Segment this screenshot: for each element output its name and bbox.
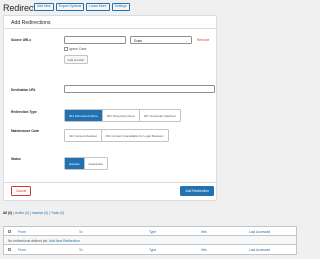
- ignore-case-checkbox[interactable]: [64, 47, 68, 51]
- destination-url-input[interactable]: [64, 85, 215, 93]
- redirection-type-label: Redirection Type: [11, 110, 37, 114]
- divider: [4, 28, 216, 29]
- add-redirection-card: Add Redirections Source URLs Exact ⌄ Rem…: [3, 15, 217, 201]
- maintenance-code-label: Maintenance Code: [11, 129, 40, 133]
- redirections-table: From To Type Hits Last Accessed No redir…: [3, 226, 297, 255]
- type-302-option[interactable]: 302 Temporary Move: [102, 110, 140, 122]
- filter-inactive[interactable]: Inactive (0): [32, 211, 48, 215]
- filter-trash[interactable]: Trash (0): [51, 211, 64, 215]
- code-410-option[interactable]: 410 Content Deleted: [65, 130, 102, 142]
- column-to[interactable]: To: [79, 230, 82, 234]
- add-new-redirection-link[interactable]: Add New Redirection: [49, 239, 80, 243]
- cancel-button[interactable]: Cancel: [11, 186, 32, 196]
- column-last-accessed[interactable]: Last Accessed: [249, 248, 270, 252]
- column-from[interactable]: From: [18, 248, 26, 252]
- divider: [4, 182, 216, 183]
- learn-more-button[interactable]: Learn More: [86, 3, 110, 11]
- settings-button[interactable]: Settings: [111, 3, 130, 11]
- select-all-checkbox[interactable]: [8, 229, 12, 233]
- type-301-option[interactable]: 301 Permanent Move: [65, 110, 103, 122]
- status-group: Activate Deactivate: [64, 157, 108, 171]
- table-header-row: From To Type Hits Last Accessed: [4, 227, 296, 236]
- redirection-type-group: 301 Permanent Move 302 Temporary Move 30…: [64, 109, 181, 123]
- column-last-accessed[interactable]: Last Accessed: [249, 230, 270, 234]
- column-hits[interactable]: Hits: [201, 248, 207, 252]
- remove-source-link[interactable]: Remove: [197, 38, 209, 42]
- column-hits[interactable]: Hits: [201, 230, 207, 234]
- export-options-button[interactable]: Export Options: [55, 3, 85, 11]
- empty-row: No redirections defined yet. Add New Red…: [4, 236, 296, 245]
- chevron-down-icon: ⌄: [185, 39, 188, 43]
- empty-message: No redirections defined yet. Add New Red…: [8, 239, 80, 243]
- match-type-select[interactable]: Exact ⌄: [130, 36, 192, 44]
- filter-separator: |: [49, 211, 50, 215]
- filter-separator: |: [13, 211, 15, 215]
- add-redirection-button[interactable]: Add Redirection: [180, 186, 215, 197]
- status-label: Status: [11, 157, 21, 161]
- column-type[interactable]: Type: [149, 248, 156, 252]
- status-filters: All (0) | Active (0) | Inactive (0) | Tr…: [3, 211, 64, 215]
- column-from[interactable]: From: [18, 230, 26, 234]
- table-footer-row: From To Type Hits Last Accessed: [4, 245, 296, 254]
- select-all-checkbox[interactable]: [8, 247, 12, 251]
- title-actions: Add New Export Options Learn More Settin…: [34, 3, 130, 11]
- match-type-value: Exact: [134, 39, 142, 43]
- status-deactivate-option[interactable]: Deactivate: [84, 158, 107, 170]
- card-heading: Add Redirections: [11, 20, 51, 26]
- filter-all[interactable]: All (0): [3, 211, 12, 215]
- add-new-button[interactable]: Add New: [34, 3, 54, 11]
- type-307-option[interactable]: 307 Temporary Redirect: [139, 110, 180, 122]
- add-another-button[interactable]: Add another: [64, 55, 88, 64]
- destination-url-label: Destination URL: [11, 88, 36, 92]
- maintenance-code-group: 410 Content Deleted 451 Content Unavaila…: [64, 129, 169, 143]
- empty-message-text: No redirections defined yet.: [8, 238, 49, 243]
- column-to[interactable]: To: [79, 248, 82, 252]
- filter-active[interactable]: Active (0): [15, 211, 29, 215]
- source-url-input[interactable]: [64, 36, 126, 44]
- ignore-case-label: Ignore Case: [69, 47, 87, 51]
- code-451-option[interactable]: 451 Content Unavailable for Legal Reason…: [101, 130, 168, 142]
- column-type[interactable]: Type: [149, 230, 156, 234]
- status-activate-option[interactable]: Activate: [65, 158, 85, 170]
- filter-separator: |: [29, 211, 31, 215]
- source-urls-label: Source URLs: [11, 38, 32, 42]
